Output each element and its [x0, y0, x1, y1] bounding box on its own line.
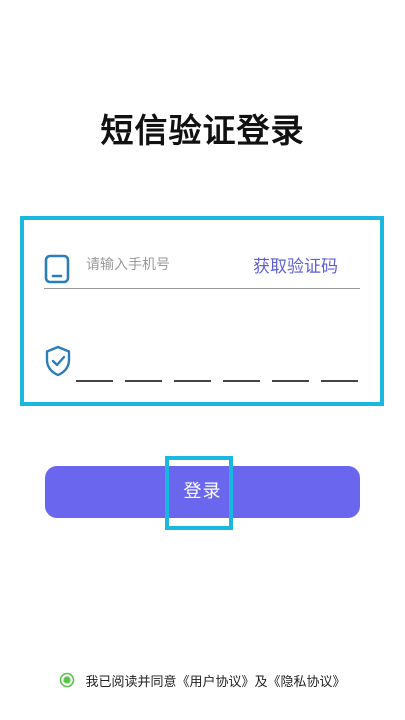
agreement-prefix: 我已阅读并同意	[85, 674, 177, 690]
phone-input[interactable]	[86, 252, 236, 278]
login-button-label: 登录	[183, 481, 222, 502]
radio-checked-icon[interactable]	[59, 672, 75, 688]
privacy-policy-link[interactable]: 《隐私协议》	[268, 671, 346, 690]
code-digit-2[interactable]	[125, 348, 162, 382]
user-agreement-link[interactable]: 《用户协议》	[176, 671, 254, 690]
code-digit-1[interactable]	[76, 348, 113, 382]
code-digit-3[interactable]	[174, 348, 211, 382]
get-code-button[interactable]: 获取验证码	[253, 252, 338, 277]
code-digit-4[interactable]	[223, 348, 260, 382]
code-digit-5[interactable]	[272, 348, 309, 382]
code-digit-6[interactable]	[321, 348, 358, 382]
agreement-and: 及	[254, 674, 268, 690]
shield-check-icon	[45, 345, 71, 377]
phone-input-underline	[44, 288, 360, 289]
page-title: 短信验证登录	[100, 111, 305, 150]
agreement-row: 我已阅读并同意 《用户协议》 及 《隐私协议》	[0, 670, 405, 690]
phone-icon	[44, 254, 70, 284]
verification-code-input[interactable]	[76, 348, 358, 382]
login-button[interactable]: 登录	[45, 466, 360, 518]
